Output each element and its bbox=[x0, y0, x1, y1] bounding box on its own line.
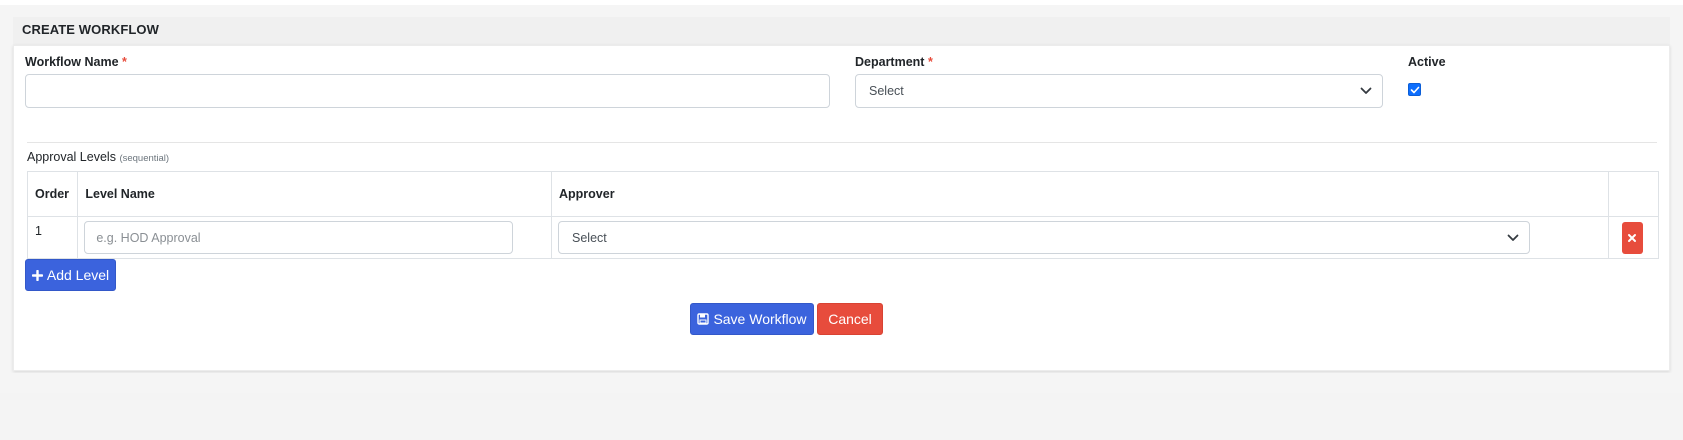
table-row: 1 Select bbox=[26, 216, 1660, 259]
column-header-approver: Approver bbox=[551, 171, 1609, 217]
active-checkbox[interactable] bbox=[1408, 83, 1421, 96]
department-label: Department * bbox=[855, 55, 933, 69]
chevron-down-icon bbox=[1360, 87, 1372, 94]
approval-levels-title-text: Approval Levels bbox=[27, 150, 116, 164]
check-icon bbox=[1410, 86, 1420, 94]
workflow-form-card: Workflow Name * Department * Select Acti… bbox=[13, 45, 1670, 371]
cancel-label: Cancel bbox=[828, 311, 872, 327]
table-header-row: Order Level Name Approver bbox=[26, 171, 1660, 217]
approval-levels-table: Order Level Name Approver 1 Select bbox=[26, 171, 1660, 259]
workflow-name-label-text: Workflow Name bbox=[25, 55, 119, 69]
close-icon bbox=[1627, 234, 1636, 242]
page-header: CREATE WORKFLOW bbox=[13, 17, 1670, 46]
approval-levels-hint: (sequential) bbox=[119, 153, 170, 164]
plus-icon bbox=[31, 269, 43, 281]
approver-selected-value: Select bbox=[572, 230, 607, 245]
add-level-button[interactable]: Add Level bbox=[25, 259, 116, 291]
chevron-down-icon bbox=[1507, 234, 1519, 241]
active-label: Active bbox=[1408, 55, 1446, 69]
department-select[interactable]: Select bbox=[855, 74, 1383, 108]
cancel-button[interactable]: Cancel bbox=[817, 303, 883, 335]
page-footer-area bbox=[0, 393, 1683, 440]
page-title: CREATE WORKFLOW bbox=[22, 22, 160, 37]
workflow-name-input[interactable] bbox=[25, 74, 830, 108]
workflow-name-label: Workflow Name * bbox=[25, 55, 127, 69]
level-name-cell bbox=[77, 216, 552, 259]
row-actions-cell bbox=[1607, 216, 1660, 259]
approval-levels-title: Approval Levels (sequential) bbox=[27, 150, 169, 164]
level-order: 1 bbox=[26, 216, 79, 259]
department-label-text: Department bbox=[855, 55, 925, 69]
add-level-label: Add Level bbox=[46, 267, 110, 283]
page-gap bbox=[0, 373, 1683, 393]
save-workflow-label: Save Workflow bbox=[713, 311, 807, 327]
save-icon bbox=[697, 313, 710, 325]
level-name-input[interactable] bbox=[84, 221, 514, 254]
column-header-order: Order bbox=[26, 171, 79, 217]
approver-select[interactable]: Select bbox=[558, 221, 1530, 254]
remove-level-button[interactable] bbox=[1621, 222, 1643, 254]
section-divider bbox=[27, 142, 1657, 143]
required-mark: * bbox=[927, 55, 933, 69]
top-strip bbox=[0, 0, 1683, 5]
column-header-level-name: Level Name bbox=[77, 171, 552, 217]
required-mark: * bbox=[122, 55, 127, 69]
approver-cell: Select bbox=[551, 216, 1609, 259]
department-selected-value: Select bbox=[869, 84, 904, 98]
save-workflow-button[interactable]: Save Workflow bbox=[690, 303, 814, 335]
column-header-actions bbox=[1607, 171, 1660, 217]
